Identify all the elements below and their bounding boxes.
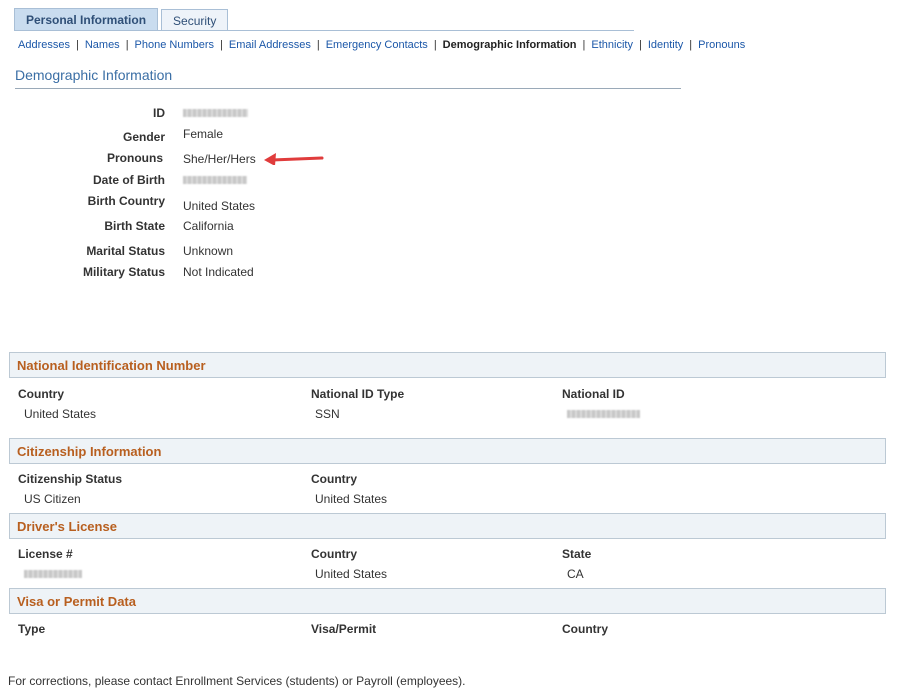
nav-link-names[interactable]: Names	[85, 39, 120, 51]
nav-link-identity[interactable]: Identity	[648, 39, 683, 51]
citizenship-country-column-header: Country	[311, 472, 357, 486]
marital-status-label: Marital Status	[86, 244, 165, 258]
gender-label: Gender	[122, 130, 165, 144]
tab-bar: Personal Information Security	[14, 8, 229, 31]
sub-navigation: Addresses | Names | Phone Numbers | Emai…	[18, 37, 745, 53]
license-state-column-header: State	[562, 547, 592, 561]
visa-section-header: Visa or Permit Data	[9, 588, 886, 614]
visa-type-column-header: Type	[18, 622, 46, 636]
nav-link-emergency-contacts[interactable]: Emergency Contacts	[326, 39, 428, 51]
id-label: ID	[153, 106, 165, 120]
national-id-redacted	[567, 410, 640, 418]
nav-separator: |	[689, 39, 693, 51]
marital-status-value: Unknown	[183, 244, 234, 258]
pronouns-label: Pronouns	[107, 151, 163, 165]
license-country-value: United States	[315, 567, 388, 581]
nav-link-addresses[interactable]: Addresses	[18, 39, 70, 51]
id-value-redacted	[183, 109, 248, 117]
national-id-type-value: SSN	[315, 407, 340, 421]
nav-separator: |	[125, 39, 129, 51]
nav-separator: |	[582, 39, 586, 51]
visa-permit-column-header: Visa/Permit	[311, 622, 377, 636]
citizenship-section-header: Citizenship Information	[9, 438, 886, 464]
license-country-column-header: Country	[311, 547, 357, 561]
national-id-type-column-header: National ID Type	[311, 387, 405, 401]
nav-link-ethnicity[interactable]: Ethnicity	[591, 39, 633, 51]
national-id-country-column-header: Country	[18, 387, 64, 401]
national-id-column-header: National ID	[562, 387, 625, 401]
birth-state-value: California	[183, 219, 234, 233]
red-arrow-icon	[264, 153, 324, 165]
nav-separator: |	[75, 39, 79, 51]
gender-value: Female	[183, 127, 224, 141]
national-id-section-header: National Identification Number	[9, 352, 886, 378]
national-id-country-value: United States	[24, 407, 97, 421]
citizenship-status-value: US Citizen	[24, 492, 81, 506]
date-of-birth-label: Date of Birth	[93, 173, 165, 187]
nav-separator: |	[638, 39, 642, 51]
citizenship-status-column-header: Citizenship Status	[18, 472, 123, 486]
birth-state-label: Birth State	[104, 219, 165, 233]
license-number-redacted	[24, 570, 82, 578]
tab-personal-information[interactable]: Personal Information	[14, 8, 159, 31]
license-state-value: CA	[567, 567, 584, 581]
tab-security[interactable]: Security	[161, 9, 229, 31]
corrections-note: For corrections, please contact Enrollme…	[8, 674, 466, 688]
nav-link-email-addresses[interactable]: Email Addresses	[229, 39, 311, 51]
nav-separator: |	[316, 39, 320, 51]
page-title: Demographic Information	[15, 67, 173, 83]
citizenship-country-value: United States	[315, 492, 388, 506]
date-of-birth-redacted	[183, 176, 247, 184]
birth-country-label: Birth Country	[87, 194, 165, 208]
visa-country-column-header: Country	[562, 622, 608, 636]
nav-link-phone-numbers[interactable]: Phone Numbers	[135, 39, 215, 51]
nav-separator: |	[433, 39, 437, 51]
nav-link-pronouns[interactable]: Pronouns	[698, 39, 745, 51]
military-status-label: Military Status	[82, 265, 165, 279]
license-number-column-header: License #	[18, 547, 73, 561]
tab-divider	[14, 30, 634, 31]
pronouns-value: She/Her/Hers	[183, 152, 256, 166]
drivers-license-section-header: Driver's License	[9, 513, 886, 539]
birth-country-value: United States	[183, 199, 256, 213]
military-status-value: Not Indicated	[183, 265, 254, 279]
nav-current-demographic-information: Demographic Information	[442, 39, 577, 51]
nav-separator: |	[220, 39, 223, 51]
title-divider	[15, 88, 681, 89]
